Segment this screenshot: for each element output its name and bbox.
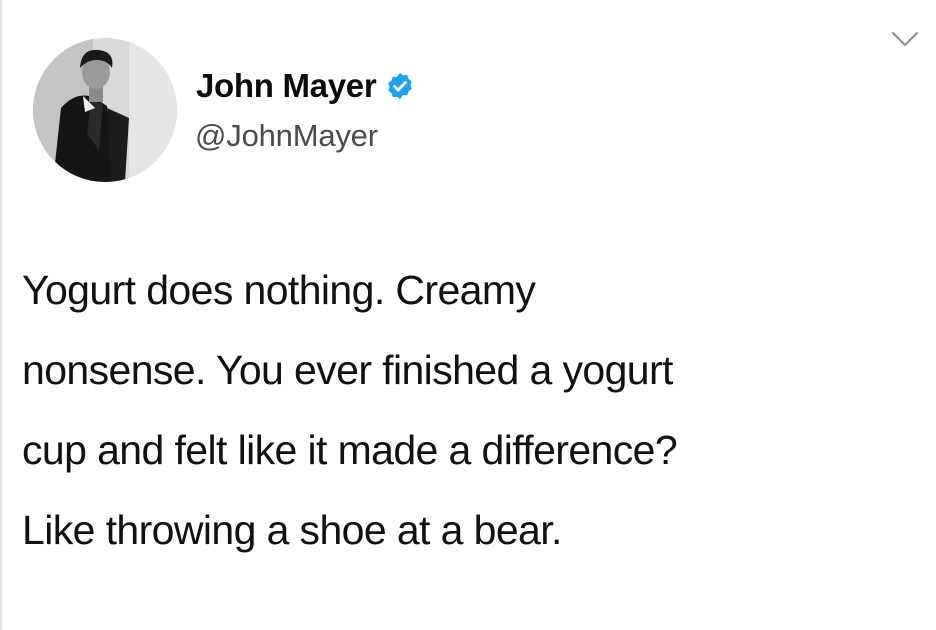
avatar[interactable] — [33, 38, 177, 182]
tweet-text-line: nonsense. You ever finished a yogurt — [22, 347, 673, 393]
author-handle[interactable]: @JohnMayer — [195, 116, 378, 156]
tweet-text-line: Like throwing a shoe at a bear. — [22, 507, 562, 553]
verified-badge-icon — [385, 71, 415, 101]
tweet-text-line: cup and felt like it made a difference? — [22, 427, 678, 473]
tweet-text-line: Yogurt does nothing. Creamy — [22, 267, 536, 313]
tweet-text: Yogurt does nothing. Creamy nonsense. Yo… — [22, 250, 922, 570]
tweet-card: John Mayer @JohnMayer Yogurt does nothin… — [0, 0, 936, 630]
display-name[interactable]: John Mayer — [196, 66, 377, 106]
author-name-row: John Mayer — [196, 66, 415, 106]
chevron-down-icon[interactable] — [889, 27, 921, 51]
avatar-photo — [33, 38, 177, 182]
card-border — [0, 0, 2, 630]
